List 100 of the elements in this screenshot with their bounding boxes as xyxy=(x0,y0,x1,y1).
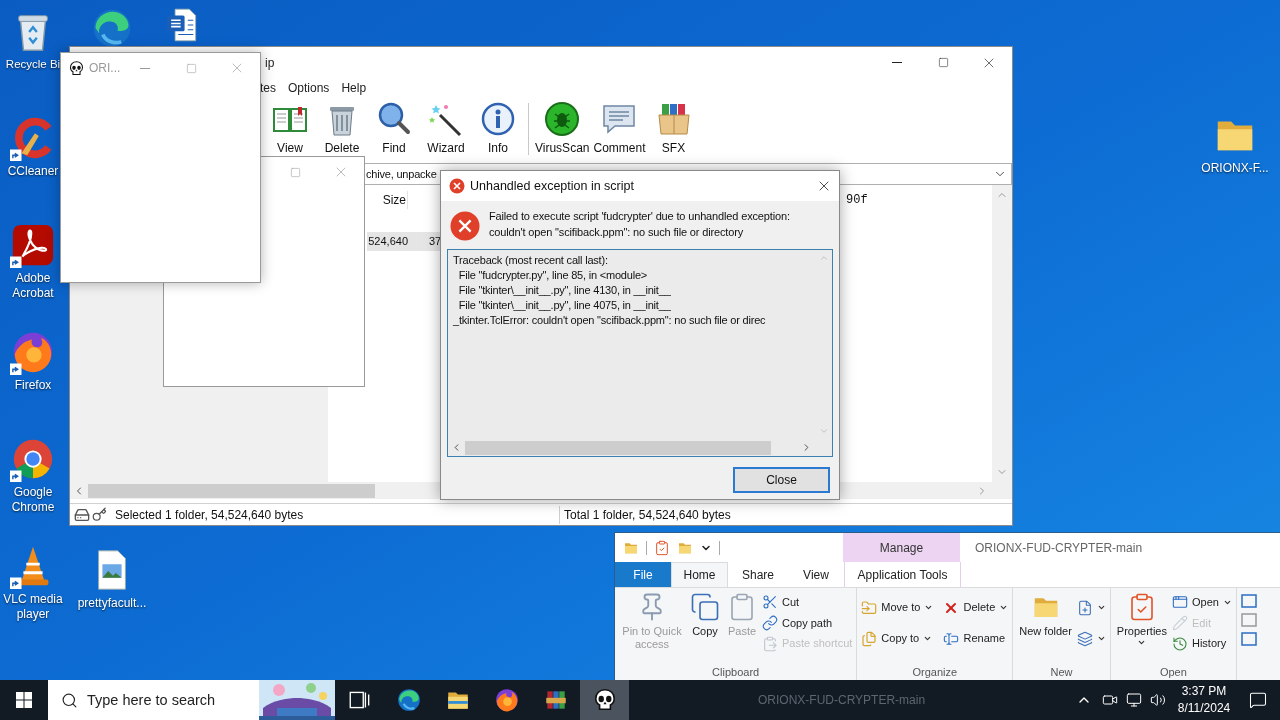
dialog-title: Unhandled exception in script xyxy=(470,177,634,195)
layers-icon xyxy=(1076,630,1093,647)
group-label: Organize xyxy=(911,665,959,680)
error-message: Failed to execute script 'fudcrypter' due to unhandled exception: xyxy=(489,209,790,224)
window-title: ORI... xyxy=(89,60,121,77)
toolbar-button[interactable]: View xyxy=(264,101,316,157)
window-title: ORIONX-FUD-CRYPTER-main xyxy=(975,539,1143,557)
traceback-line: File "fudcrypter.py", line 85, in <module> xyxy=(457,268,649,283)
speaker-icon[interactable] xyxy=(1150,692,1166,708)
four-squares-icon xyxy=(16,692,32,708)
search-box[interactable]: Type here to search xyxy=(48,680,335,720)
ribbon-button[interactable]: Open xyxy=(1172,594,1232,611)
error-icon xyxy=(450,211,480,241)
menu-item[interactable]: Help xyxy=(341,78,367,97)
selection-icons-drawing xyxy=(1240,594,1257,646)
toolbar-button[interactable]: Delete xyxy=(316,101,368,157)
minimize-icon xyxy=(140,67,150,69)
skull-icon xyxy=(68,59,85,77)
clipboard-icon xyxy=(762,635,778,652)
ribbon-button[interactable]: Copy path xyxy=(762,614,853,632)
ribbon-button[interactable]: Copy to xyxy=(861,630,934,647)
icon-label: prettyfacult... xyxy=(77,596,147,611)
taskbar-app-button[interactable] xyxy=(580,680,629,720)
ribbon-button[interactable]: Cut xyxy=(762,594,853,611)
traceback-line: _tkinter.TclError: couldn't open "scifiback.ppm": no such file or direc xyxy=(453,313,767,328)
ribbon-button[interactable]: Copy xyxy=(688,592,722,638)
menu-item[interactable]: tes xyxy=(260,78,276,97)
browser-icon xyxy=(493,687,520,713)
ribbon-button[interactable] xyxy=(1076,599,1106,616)
toolbar-button[interactable]: Wizard xyxy=(420,101,472,157)
group-label: New xyxy=(1049,665,1074,680)
info-icon xyxy=(480,101,516,137)
browser-icon xyxy=(395,687,422,713)
ribbon-button[interactable]: Delete xyxy=(943,599,1009,616)
context-tab-header: Manage xyxy=(843,533,960,562)
menu-item[interactable]: Options xyxy=(288,78,330,97)
icon-label: VLC media player xyxy=(2,592,64,622)
ribbon-button[interactable] xyxy=(1076,630,1106,647)
key-icon xyxy=(92,507,107,522)
folder-arrow-icon xyxy=(861,599,878,616)
table-cell-text: 37 xyxy=(429,234,442,250)
ribbon-button[interactable]: New folder xyxy=(1017,592,1074,638)
group-label: Clipboard xyxy=(711,665,761,680)
column-text: 90f xyxy=(846,192,868,209)
window-icon xyxy=(1172,594,1188,611)
ribbon-button[interactable]: Rename xyxy=(943,630,1009,647)
ribbon-button[interactable]: Move to xyxy=(861,599,934,616)
caret-icon xyxy=(924,603,934,612)
caret-icon xyxy=(1096,603,1106,612)
search-field[interactable]: Type here to search xyxy=(78,680,259,720)
scroll-thumb[interactable] xyxy=(88,483,375,498)
scroll-thumb[interactable] xyxy=(465,440,771,455)
traceback-line: File "tkinter\__init__.py", line 4130, in __init__ xyxy=(457,283,672,298)
pdf-icon[interactable] xyxy=(10,222,56,268)
error-icon xyxy=(449,178,465,194)
toolbar-button[interactable]: Find xyxy=(368,101,420,157)
checklist-icon[interactable] xyxy=(654,539,670,556)
column-header[interactable]: Size xyxy=(368,191,408,209)
traceback-line: Traceback (most recent call last): xyxy=(453,253,609,268)
clock-time[interactable]: 3:37 PM xyxy=(1181,683,1227,700)
ribbon-tab[interactable]: File xyxy=(615,562,671,587)
window-title: ip xyxy=(265,54,275,72)
icon-label: CCleaner xyxy=(7,164,59,179)
ribbon-tab[interactable]: Application Tools xyxy=(844,562,961,587)
icon-label: ORIONX-F... xyxy=(1201,161,1269,176)
address-text: ORIONX-FUD-CRYPTER-main xyxy=(758,692,926,709)
link-icon xyxy=(762,615,778,631)
maximize-icon xyxy=(289,166,301,178)
scissors-icon xyxy=(762,594,778,611)
icon-label: Recycle Bi xyxy=(5,57,61,72)
notification-icon[interactable] xyxy=(1249,691,1267,709)
caret-icon xyxy=(923,634,933,643)
toolbar-button[interactable]: SFX xyxy=(647,101,700,157)
ribbon-tab[interactable]: View xyxy=(788,562,844,587)
copy-icon xyxy=(690,592,720,622)
caret-icon xyxy=(1096,634,1106,643)
maximize-icon xyxy=(937,57,949,68)
status-text: Selected 1 folder, 54,524,640 bytes xyxy=(115,505,560,524)
minimize-icon xyxy=(892,62,902,63)
drive-icon xyxy=(74,506,90,523)
ribbon-button[interactable]: Properties xyxy=(1114,592,1169,647)
close-dialog-button[interactable]: Close xyxy=(733,467,830,493)
pencil-icon xyxy=(1172,615,1188,631)
clock-date[interactable]: 8/11/2024 xyxy=(1177,700,1231,717)
toolbar-button[interactable]: Info xyxy=(472,101,524,157)
box-icon xyxy=(655,101,692,137)
bug-icon xyxy=(544,101,581,137)
error-message: couldn't open "scifiback.ppm": no such file or directory xyxy=(489,225,745,240)
camera-icon[interactable] xyxy=(1102,692,1118,708)
icon-label: Adobe Acrobat xyxy=(11,271,55,301)
toolbar-button[interactable]: VirusScan xyxy=(533,101,592,157)
ribbon-tab[interactable]: Share xyxy=(728,562,788,587)
monitor-icon[interactable] xyxy=(1126,692,1142,708)
caret-icon xyxy=(999,603,1009,612)
group-label: Open xyxy=(1158,665,1188,680)
toolbar-button[interactable]: Comment xyxy=(591,101,648,157)
traceback-line: File "tkinter\__init__.py", line 4075, in __init__ xyxy=(457,298,672,313)
ribbon-tab[interactable]: Home xyxy=(671,562,728,587)
ribbon-button[interactable]: History xyxy=(1172,635,1232,652)
status-text: Total 1 folder, 54,524,640 bytes xyxy=(564,506,731,524)
